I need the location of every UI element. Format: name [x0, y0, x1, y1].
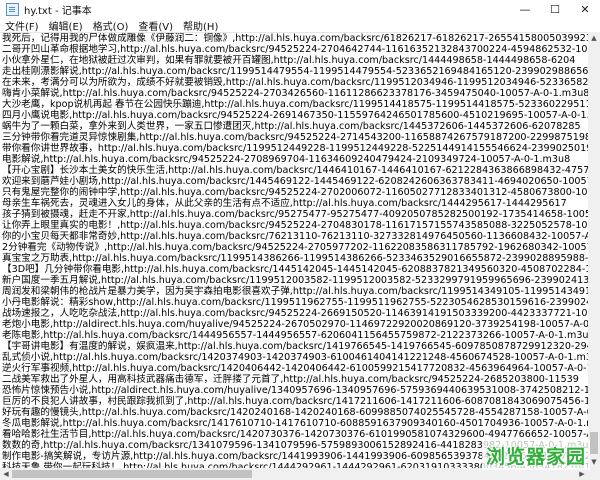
text-line[interactable]: 我死后，记得用我的尸体做成雕像《伊藤润二：铜像》,http://al.hls.h… [0, 33, 588, 44]
text-line[interactable]: 大沙老鹰，kpop说机再起 春节在公园快乐蹦迪,http://al.hls.hu… [0, 99, 588, 110]
text-line[interactable]: 你的小宝贝每天都非常奇妙,http://al.hls.huya.com/back… [0, 231, 588, 242]
menu-file[interactable]: 文件(F) [0, 18, 44, 33]
watermark-logo: 浏览器家园 [482, 440, 590, 470]
text-line[interactable]: 嗨肯小菜解说,http://al.hls.huya.com/backsrc/94… [0, 88, 588, 99]
menu-help[interactable]: 帮助(H) [178, 18, 223, 33]
text-line[interactable]: 【开心宝剧】长沙本土美女的快乐生活,http://al.hls.huya.com… [0, 165, 588, 176]
text-line[interactable]: 二战美军救出了外星人，用高科技武器痛击德军，迁胖搂了元首了,http://al.… [0, 374, 588, 385]
menu-view[interactable]: 查看(V) [133, 18, 178, 33]
scroll-left-arrow-icon[interactable]: ◀ [0, 468, 12, 480]
text-line[interactable]: 看哈哈影社生活节目,http://al.hls.huya.com/backsrc… [0, 429, 588, 440]
menu-format[interactable]: 格式(O) [88, 18, 134, 33]
text-line[interactable]: 冬瓜电影解说,http://al.hls.huya.com/backsrc/14… [0, 418, 588, 429]
text-line[interactable]: 【宇哥讲电影】有温度的解说，娱疯温来,http://al.hls.huya.co… [0, 341, 588, 352]
text-line[interactable]: 小伙拿外星仁，在地狱被赶过次审判，如果有罪就要被开百罐图,http://al.h… [0, 55, 588, 66]
text-line[interactable]: 只有鬼屋完整你的闹钟中学,http://al.hls.huya.com/back… [0, 187, 588, 198]
text-line[interactable]: 孩子猜到被摄魂，赶走不开家,http://al.hls.huya.com/bac… [0, 209, 588, 220]
text-line[interactable]: 巨厉的不良犯人讲故事，村民跟踪我抓到了,http://al.hls.huya.c… [0, 396, 588, 407]
text-line[interactable]: 老炮小电影,http://aldirect.hls.huya.com/huyal… [0, 319, 588, 330]
notepad-icon [6, 2, 19, 16]
text-line[interactable]: 母亲生车祸死去，灵魂进入女儿的身体，从此父亲的生活有点不适应,http://al… [0, 198, 588, 209]
text-line[interactable]: 周润发和梁朝伟的枪战片是暴力美学，因为吴宇森拍电影很喜欢子弹,http://al… [0, 286, 588, 297]
close-button[interactable]: ✕ [570, 0, 600, 18]
menu-edit[interactable]: 编辑(E) [44, 18, 88, 33]
window-title: hy.txt - 记事本 [24, 5, 92, 17]
text-line[interactable]: 新户国度一季五月解说,http://al.hls.huya.com/backsr… [0, 275, 588, 286]
scroll-up-arrow-icon[interactable]: ▲ [588, 32, 600, 44]
text-line[interactable]: 欢迎来到蘑芦娃小剧场,http://al.hls.huya.com/backsr… [0, 176, 588, 187]
text-line[interactable]: 战场速报之，人吃吃杂战法,http://al.hls.huya.com/back… [0, 308, 588, 319]
text-line[interactable]: 四月小鹰说电影,http://al.hls.huya.com/backsrc/9… [0, 110, 588, 121]
text-line[interactable]: 2分钟看完《动物传说》,http://al.hls.huya.com/backs… [0, 242, 588, 253]
text-line[interactable]: 三分钟带你看完道灵异惊悚剧集,http://al.hls.huya.com/ba… [0, 132, 588, 143]
text-line[interactable]: 好玩有趣的慢镜头,http://al.hls.huya.com/backsrc/… [0, 407, 588, 418]
text-line[interactable]: 逆火行军事视频,http://al.hls.huya.com/backsrc/1… [0, 363, 588, 374]
text-line[interactable]: 在未来，考满分可以为所欲为，成绩不好就要被销毁,http://al.hls.hu… [0, 77, 588, 88]
text-line[interactable]: 带你看你讲世界故事，http://al.hls.huya.com/backsrc… [0, 143, 588, 154]
text-line[interactable]: 老陈电影,http://al.hls.huya.com/backsrc/1444… [0, 330, 588, 341]
text-line[interactable]: 蜗牛为了一颗白菜，拿外来到人类世界，一家五口惨遭团灭,http://al.hls… [0, 121, 588, 132]
vertical-scroll-thumb[interactable] [590, 432, 598, 454]
text-line[interactable]: 走出桂刚漂影解说,http://al.hls.huya.com/backsrc/… [0, 66, 588, 77]
text-line[interactable]: 电影解说,http://al.hls.huya.com/backsrc/9452… [0, 154, 588, 165]
text-line[interactable]: 小丹电影解说：精彩show,http://al.hls.huya.com/bac… [0, 297, 588, 308]
text-line[interactable]: 真宝宝之万助表,http://al.hls.huya.com/backsrc/1… [0, 253, 588, 264]
menu-bar: 文件(F) 编辑(E) 格式(O) 查看(V) 帮助(H) [0, 18, 600, 33]
maximize-button[interactable]: ☐ [540, 0, 570, 18]
text-line[interactable]: 让你弄上眼里真实的电影！,http://al.hls.huya.com/back… [0, 220, 588, 231]
text-line[interactable]: 【3D吧】几分钟带你看电影,http://al.hls.huya.com/bac… [0, 264, 588, 275]
text-line[interactable]: 二哥开凹山革命根据地学习,http://al.hls.huya.com/back… [0, 44, 588, 55]
text-editor-area[interactable]: 我死后，记得用我的尸体做成雕像《伊藤润二：铜像》,http://al.hls.h… [0, 32, 588, 469]
text-line[interactable]: 乱式侦小说,http://al.hls.huya.com/backsrc/142… [0, 352, 588, 363]
watermark-text: 浏览器家园 [485, 445, 586, 468]
text-line[interactable]: 恐怖片惊悚预告小说,http://aldirect.hls.huya.com/h… [0, 385, 588, 396]
vertical-scrollbar[interactable]: ▲ ▼ [588, 32, 600, 468]
title-bar[interactable]: hy.txt - 记事本 — ☐ ✕ [0, 0, 600, 18]
minimize-button[interactable]: — [510, 0, 540, 18]
notepad-window: hy.txt - 记事本 — ☐ ✕ 文件(F) 编辑(E) 格式(O) 查看(… [0, 0, 600, 480]
horizontal-scroll-thumb[interactable] [12, 470, 252, 478]
